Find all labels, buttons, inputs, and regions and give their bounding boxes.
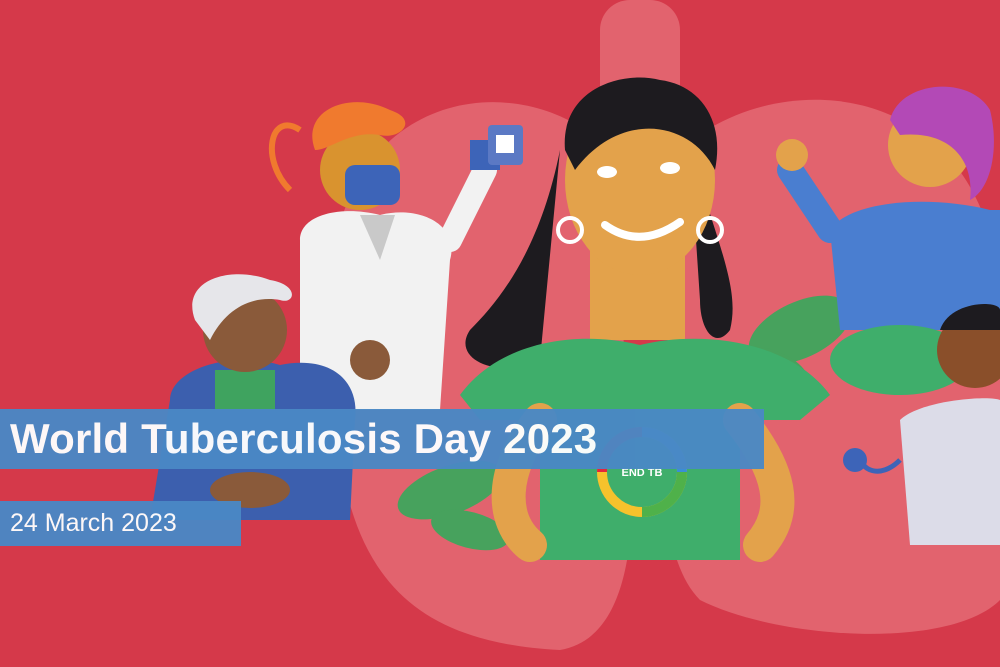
illustration: END TB [150,0,1000,651]
hero-banner: END TB World Tuberculosis Day 2023 24 Ma… [0,0,1000,667]
title-band: World Tuberculosis Day 2023 [0,409,764,469]
event-date: 24 March 2023 [10,509,177,537]
page-title: World Tuberculosis Day 2023 [10,415,598,462]
date-band: 24 March 2023 [0,501,241,546]
